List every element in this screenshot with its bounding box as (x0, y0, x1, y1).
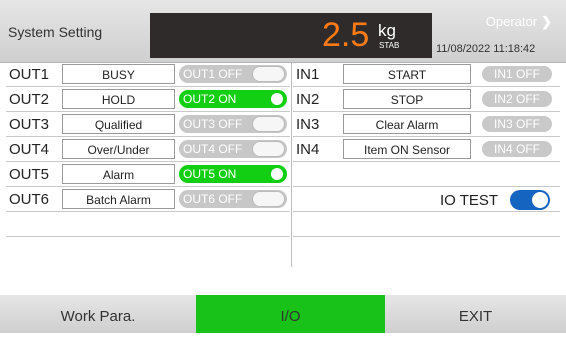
toggle-knob (252, 141, 285, 157)
output-label: OUT2 (9, 91, 50, 108)
output-function-field[interactable]: BUSY (62, 64, 175, 84)
chevron-right-icon: ❯ (541, 14, 552, 29)
input-function-field[interactable]: Clear Alarm (343, 114, 471, 134)
output-state: OUT4 OFF (183, 142, 243, 156)
page-title: System Setting (8, 24, 103, 40)
output-function-field[interactable]: HOLD (62, 89, 175, 109)
input-state-badge: IN1 OFF (482, 66, 552, 82)
toggle-knob (252, 191, 285, 207)
input-label: IN4 (296, 141, 320, 158)
io-test-row: IO TEST (293, 187, 560, 212)
empty-row (6, 237, 290, 261)
output-state: OUT5 ON (183, 167, 237, 181)
empty-row (293, 212, 560, 237)
io-test-label: IO TEST (440, 192, 499, 209)
input-row: IN4 Item ON Sensor IN4 OFF (293, 137, 560, 162)
output-function-field[interactable]: Over/Under (62, 139, 175, 159)
operator-button[interactable]: Operator ❯ (486, 14, 552, 30)
output-state: OUT3 OFF (183, 117, 243, 131)
input-function-field[interactable]: START (343, 64, 471, 84)
io-test-control[interactable]: IO TEST (440, 189, 560, 211)
output-row: OUT4 Over/Under OUT4 OFF (6, 137, 290, 162)
input-row: IN2 STOP IN2 OFF (293, 87, 560, 112)
toggle-knob (252, 116, 285, 132)
output-label: OUT3 (9, 116, 50, 133)
output-toggle[interactable]: OUT2 ON (179, 90, 287, 108)
output-toggle[interactable]: OUT3 OFF (179, 115, 287, 133)
output-label: OUT5 (9, 166, 50, 183)
column-divider (291, 62, 292, 267)
tab-work-para[interactable]: Work Para. (0, 295, 196, 333)
output-toggle[interactable]: OUT4 OFF (179, 140, 287, 158)
toggle-knob (252, 91, 285, 107)
datetime: 11/08/2022 11:18:42 (436, 43, 536, 55)
output-row: OUT2 HOLD OUT2 ON (6, 87, 290, 112)
input-function-field[interactable]: Item ON Sensor (343, 139, 471, 159)
input-label: IN2 (296, 91, 320, 108)
output-row: OUT1 BUSY OUT1 OFF (6, 62, 290, 87)
input-state-badge: IN2 OFF (482, 91, 552, 107)
input-label: IN1 (296, 66, 320, 83)
toggle-knob (252, 166, 285, 182)
tab-exit[interactable]: EXIT (385, 295, 566, 333)
output-row: OUT6 Batch Alarm OUT6 OFF (6, 187, 290, 212)
input-row: IN3 Clear Alarm IN3 OFF (293, 112, 560, 137)
weight-value: 2.5 (322, 16, 370, 54)
input-state-badge: IN4 OFF (482, 141, 552, 157)
empty-row (6, 212, 290, 237)
weight-display: 2.5 kg STAB (150, 13, 432, 58)
empty-row (293, 237, 560, 261)
output-label: OUT1 (9, 66, 50, 83)
output-state: OUT2 ON (183, 92, 237, 106)
io-panel: OUT1 BUSY OUT1 OFF OUT2 HOLD OUT2 ON OUT… (6, 62, 560, 267)
output-function-field[interactable]: Alarm (62, 164, 175, 184)
header-bar: System Setting 2.5 kg STAB Operator ❯ 11/… (0, 0, 566, 63)
stable-status: STAB (379, 41, 400, 50)
tab-io[interactable]: I/O (196, 295, 385, 333)
input-row: IN1 START IN1 OFF (293, 62, 560, 87)
weight-unit: kg (378, 21, 396, 40)
output-label: OUT4 (9, 141, 50, 158)
output-row: OUT5 Alarm OUT5 ON (6, 162, 290, 187)
output-function-field[interactable]: Batch Alarm (62, 189, 175, 209)
input-function-field[interactable]: STOP (343, 89, 471, 109)
output-toggle[interactable]: OUT6 OFF (179, 190, 287, 208)
operator-label: Operator (485, 14, 538, 29)
bottom-tab-bar: Work Para. I/O EXIT (0, 295, 566, 333)
input-state-badge: IN3 OFF (482, 116, 552, 132)
input-label: IN3 (296, 116, 320, 133)
empty-row (293, 162, 560, 187)
output-toggle[interactable]: OUT5 ON (179, 165, 287, 183)
output-label: OUT6 (9, 191, 50, 208)
toggle-knob (252, 66, 285, 82)
output-state: OUT6 OFF (183, 192, 243, 206)
io-test-toggle[interactable] (510, 190, 550, 210)
output-function-field[interactable]: Qualified (62, 114, 175, 134)
output-toggle[interactable]: OUT1 OFF (179, 65, 287, 83)
output-row: OUT3 Qualified OUT3 OFF (6, 112, 290, 137)
output-state: OUT1 OFF (183, 67, 243, 81)
